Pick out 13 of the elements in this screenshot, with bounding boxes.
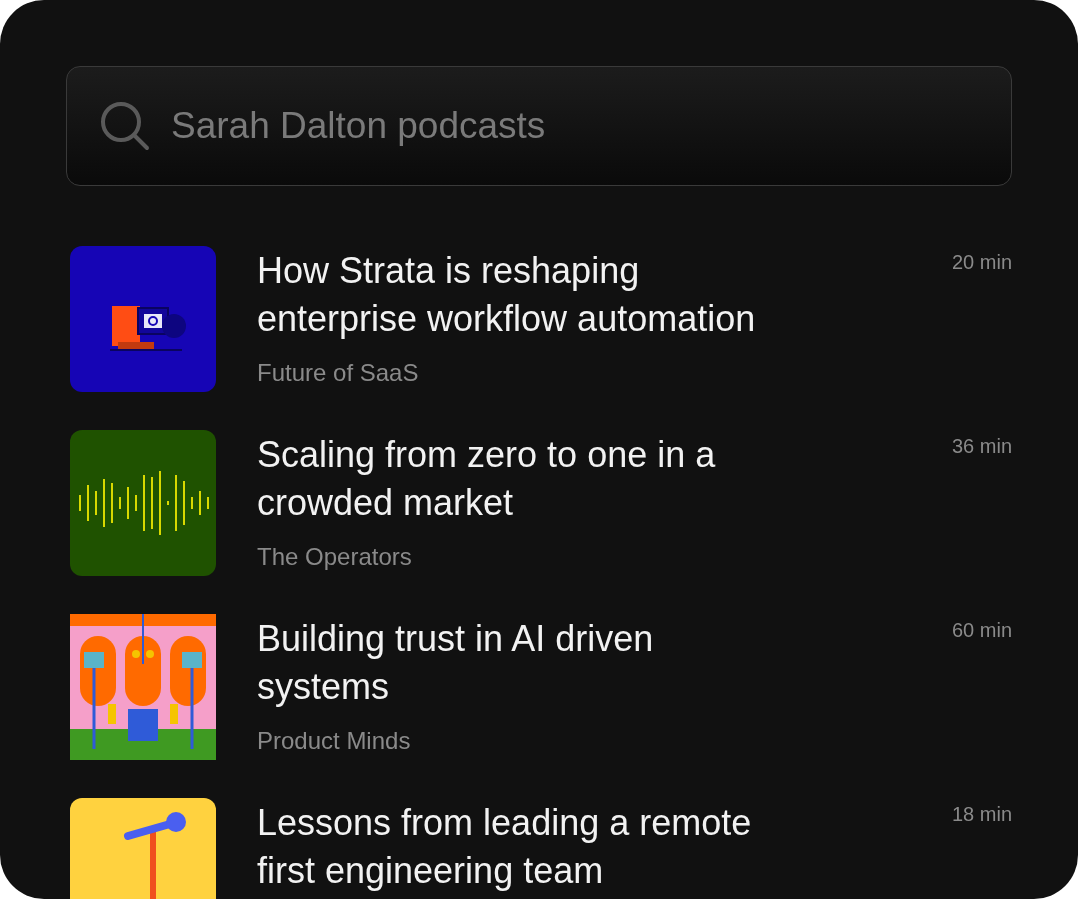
show-name: Future of SaaS (257, 359, 420, 387)
search-input[interactable]: Sarah Dalton podcasts (171, 105, 981, 147)
episode-title[interactable]: How Strata is reshaping enterprise workflow automation (257, 247, 782, 343)
episode-title[interactable]: Lessons from leading a remote first engineering team (257, 799, 782, 895)
episode-duration: 20 min (951, 251, 1012, 274)
episode-duration: 36 min (951, 435, 1012, 458)
episode-duration: 60 min (951, 619, 1012, 642)
search-field[interactable]: Sarah Dalton podcasts (66, 66, 1012, 186)
show-name: Product Minds (257, 727, 412, 755)
episode-duration: 18 min (951, 803, 1012, 826)
show-name: The Operators (257, 543, 413, 571)
episode-title[interactable]: Building trust in AI driven systems (257, 615, 782, 711)
episode-title[interactable]: Scaling from zero to one in a crowded market (257, 431, 782, 527)
